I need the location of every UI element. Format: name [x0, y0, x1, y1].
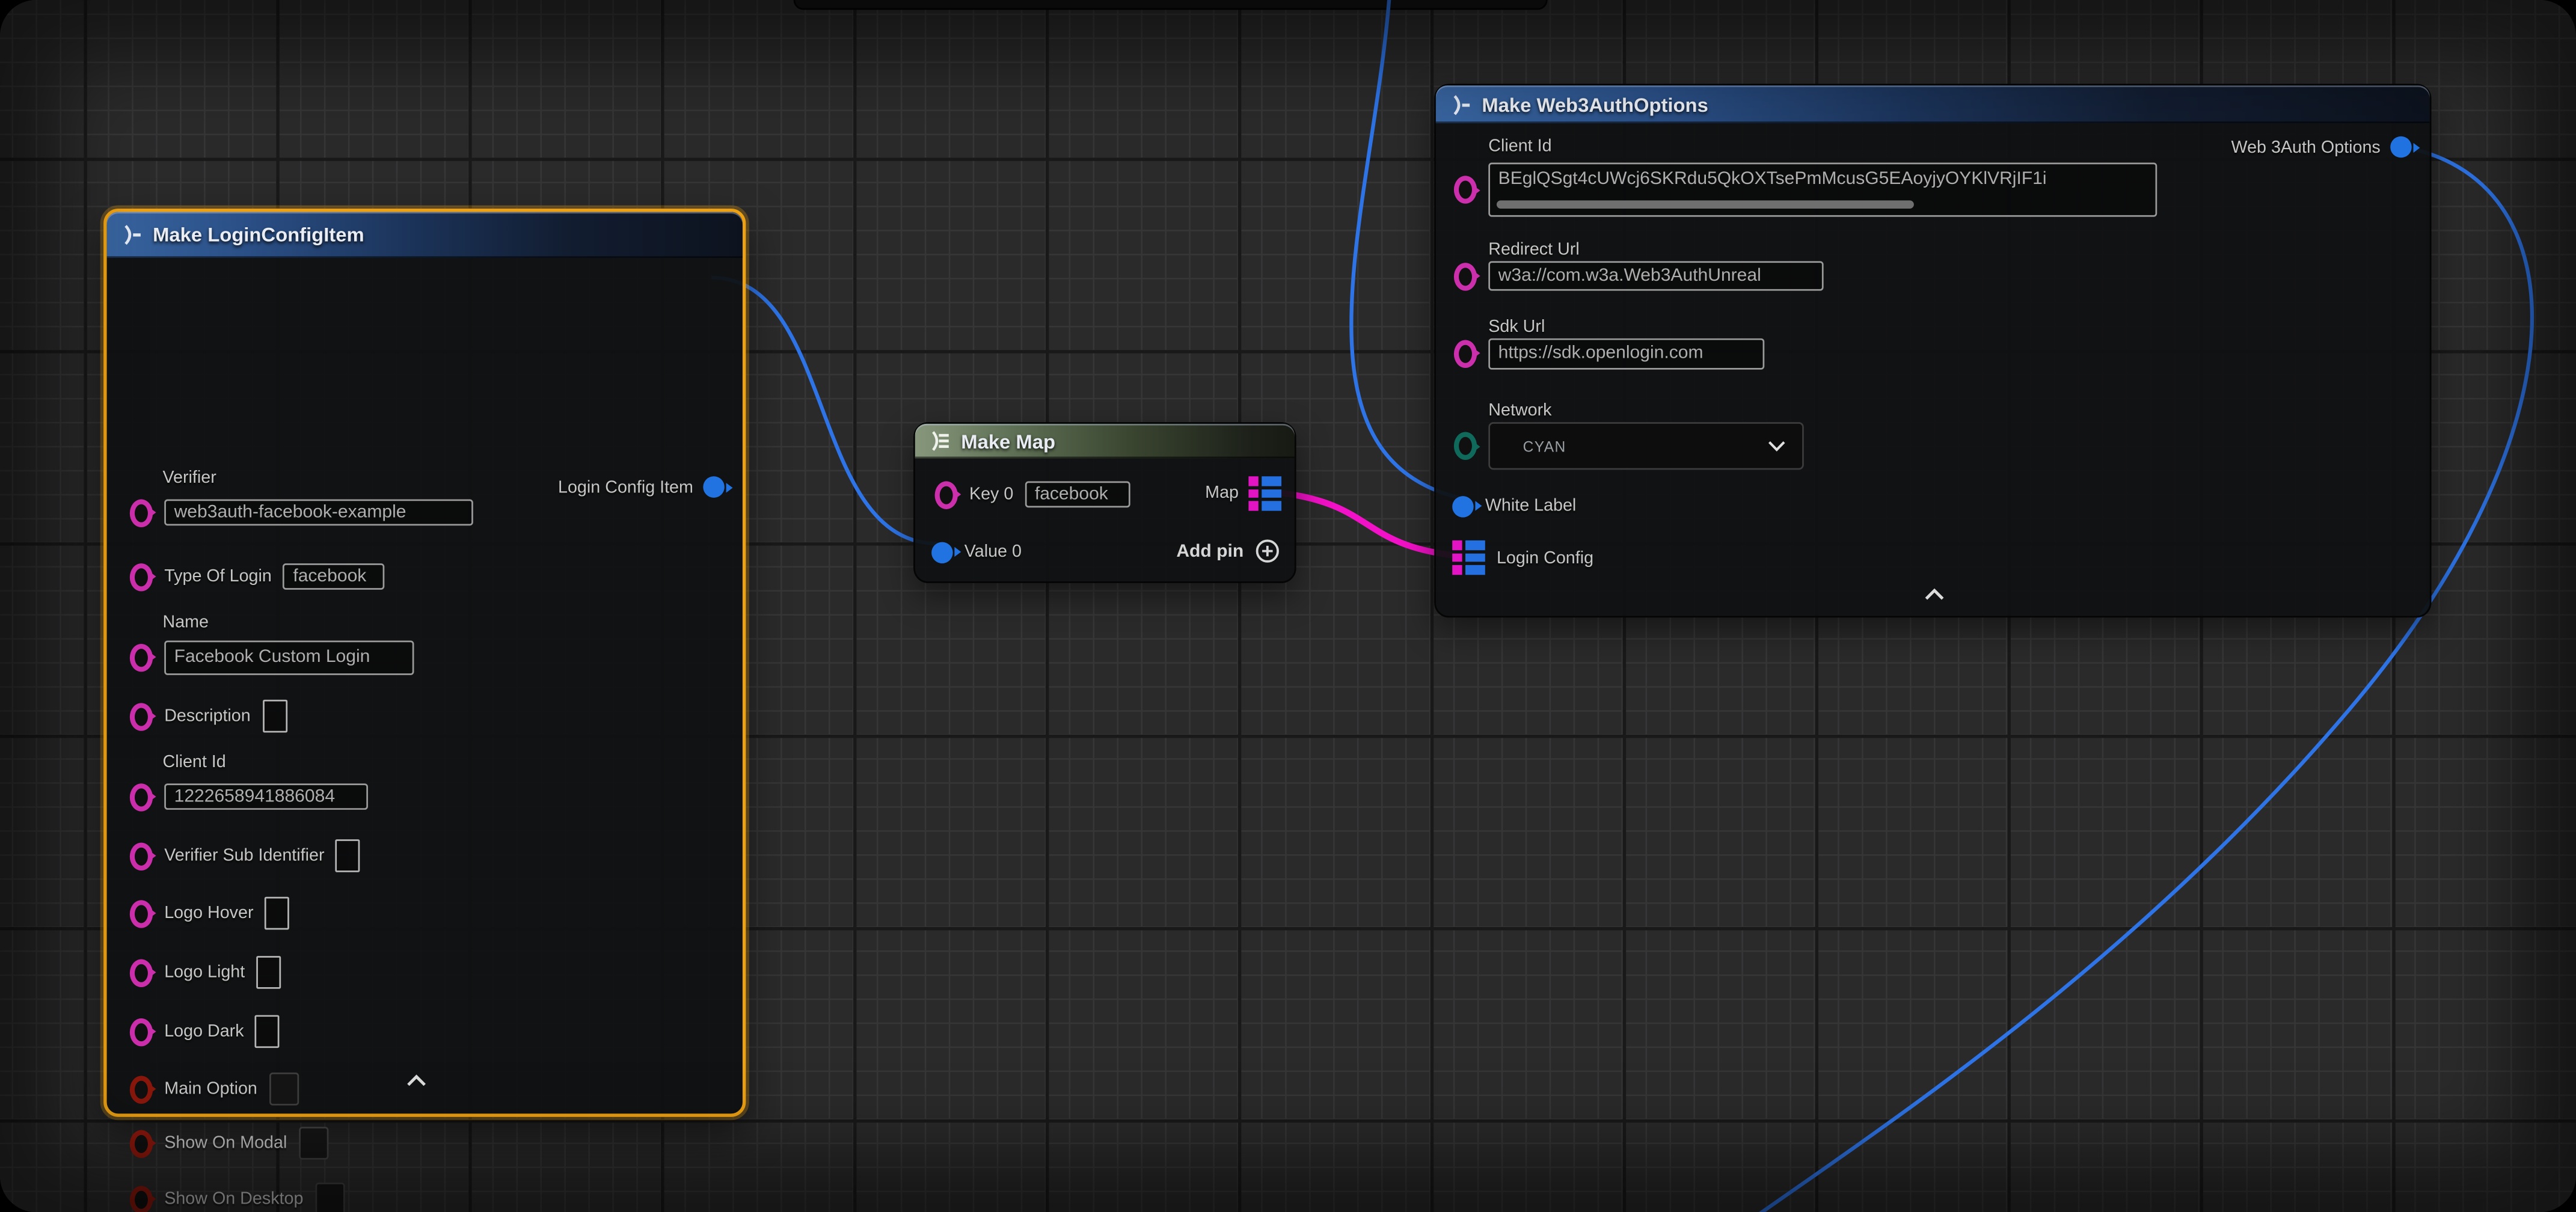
logo-dark-input[interactable]: [256, 1015, 280, 1048]
output-pin-row: Login Config Item: [558, 476, 725, 498]
login-config-pin[interactable]: [1452, 541, 1485, 575]
main-option-label: Main Option: [164, 1079, 257, 1099]
logo-dark-label: Logo Dark: [164, 1021, 244, 1041]
logo-light-input[interactable]: [256, 956, 281, 989]
key-0-pin[interactable]: [935, 480, 958, 508]
wire-map-to-loginconfig[interactable]: [1280, 493, 1452, 556]
main-option-pin[interactable]: [130, 1075, 153, 1103]
white-label-label: White Label: [1485, 496, 1577, 516]
add-pin-label: Add pin: [1176, 541, 1244, 561]
screenshot-stage: Make LoginConfigItem Login Config Item V…: [0, 0, 2576, 1212]
map-output-label: Map: [1205, 483, 1239, 503]
show-on-desktop-checkbox[interactable]: [315, 1183, 345, 1212]
network-label: Network: [1488, 401, 1551, 421]
login-config-item-output-pin[interactable]: [703, 476, 725, 498]
make-map-icon: [928, 430, 951, 452]
client-id-input[interactable]: [1490, 166, 2157, 192]
show-on-modal-label: Show On Modal: [164, 1133, 287, 1153]
make-struct-icon: [120, 224, 143, 246]
node-header[interactable]: Make LoginConfigItem: [107, 212, 743, 257]
main-option-checkbox[interactable]: [269, 1073, 298, 1106]
value-0-pin[interactable]: [931, 541, 953, 563]
key-0-label: Key 0: [969, 485, 1013, 504]
verifier-sub-identifier-input[interactable]: [336, 839, 361, 872]
show-on-modal-pin[interactable]: [130, 1129, 153, 1157]
chevron-down-icon: [1768, 440, 1786, 451]
node-make-loginconfigitem[interactable]: Make LoginConfigItem Login Config Item V…: [103, 209, 746, 1117]
web3auth-options-output-label: Web 3Auth Options: [2231, 137, 2381, 157]
verifier-input[interactable]: [164, 500, 473, 526]
verifier-sub-identifier-pin[interactable]: [130, 842, 153, 869]
network-pin[interactable]: [1454, 432, 1477, 460]
viewport: Make LoginConfigItem Login Config Item V…: [0, 0, 2576, 1212]
name-input[interactable]: [164, 640, 414, 674]
client-id-pin[interactable]: [130, 783, 153, 810]
redirect-url-input[interactable]: [1488, 261, 1823, 290]
verifier-label: Verifier: [162, 468, 216, 488]
output-pin-label: Login Config Item: [558, 477, 693, 497]
collapse-chevron-icon[interactable]: [1924, 588, 1945, 601]
logo-dark-pin[interactable]: [130, 1018, 153, 1045]
type-of-login-input[interactable]: [283, 563, 385, 590]
description-label: Description: [164, 706, 251, 726]
logo-light-pin[interactable]: [130, 958, 153, 986]
show-on-desktop-label: Show On Desktop: [164, 1189, 303, 1209]
verifier-sub-identifier-label: Verifier Sub Identifier: [164, 846, 324, 866]
network-value: CYAN: [1523, 438, 1566, 454]
network-dropdown[interactable]: CYAN: [1488, 422, 1804, 470]
node-header[interactable]: Make Map: [915, 424, 1295, 458]
sdk-url-label: Sdk Url: [1488, 317, 1545, 337]
client-id-scrollbar[interactable]: [1497, 200, 1914, 209]
collapse-chevron-icon[interactable]: [406, 1074, 428, 1088]
web3auth-options-output-pin[interactable]: [2390, 136, 2412, 158]
sdk-url-pin[interactable]: [1454, 339, 1477, 367]
sdk-url-input[interactable]: [1488, 337, 1764, 369]
logo-hover-pin[interactable]: [130, 899, 153, 927]
logo-hover-label: Logo Hover: [164, 904, 253, 923]
type-of-login-pin[interactable]: [130, 563, 153, 590]
add-pin-button[interactable]: Add pin: [1176, 539, 1280, 563]
redirect-url-label: Redirect Url: [1488, 240, 1579, 260]
map-output-pin[interactable]: [1248, 476, 1281, 510]
client-id-label: Client Id: [162, 752, 225, 772]
type-of-login-label: Type Of Login: [164, 567, 272, 587]
node-title: Make Map: [961, 429, 1055, 452]
node-make-web3authoptions[interactable]: Make Web3AuthOptions Web 3Auth Options C…: [1434, 84, 2431, 617]
description-input[interactable]: [262, 700, 287, 733]
name-pin[interactable]: [130, 643, 153, 671]
redirect-url-pin[interactable]: [1454, 262, 1477, 290]
white-label-pin[interactable]: [1452, 495, 1474, 517]
show-on-modal-checkbox[interactable]: [298, 1127, 328, 1160]
node-header[interactable]: Make Web3AuthOptions: [1436, 85, 2430, 123]
key-0-input[interactable]: [1025, 482, 1130, 508]
description-pin[interactable]: [130, 702, 153, 730]
value-0-label: Value 0: [964, 542, 1022, 562]
client-id-input[interactable]: [164, 783, 368, 810]
client-id-label: Client Id: [1488, 136, 1551, 156]
logo-light-label: Logo Light: [164, 963, 245, 982]
node-title: Make LoginConfigItem: [153, 224, 364, 246]
login-config-label: Login Config: [1497, 548, 1593, 568]
client-id-field[interactable]: [1488, 162, 2157, 216]
logo-hover-input[interactable]: [265, 897, 290, 930]
node-title: Make Web3AuthOptions: [1482, 93, 1708, 115]
show-on-desktop-pin[interactable]: [130, 1185, 153, 1212]
blueprint-graph-canvas[interactable]: Make LoginConfigItem Login Config Item V…: [0, 0, 2576, 1212]
client-id-pin[interactable]: [1454, 176, 1477, 203]
make-struct-icon: [1449, 93, 1472, 115]
name-label: Name: [162, 613, 209, 632]
add-pin-plus-icon: [1255, 539, 1280, 563]
verifier-pin[interactable]: [130, 498, 153, 526]
node-make-map[interactable]: Make Map Key 0 Map Value 0 Add pin: [913, 422, 1296, 583]
